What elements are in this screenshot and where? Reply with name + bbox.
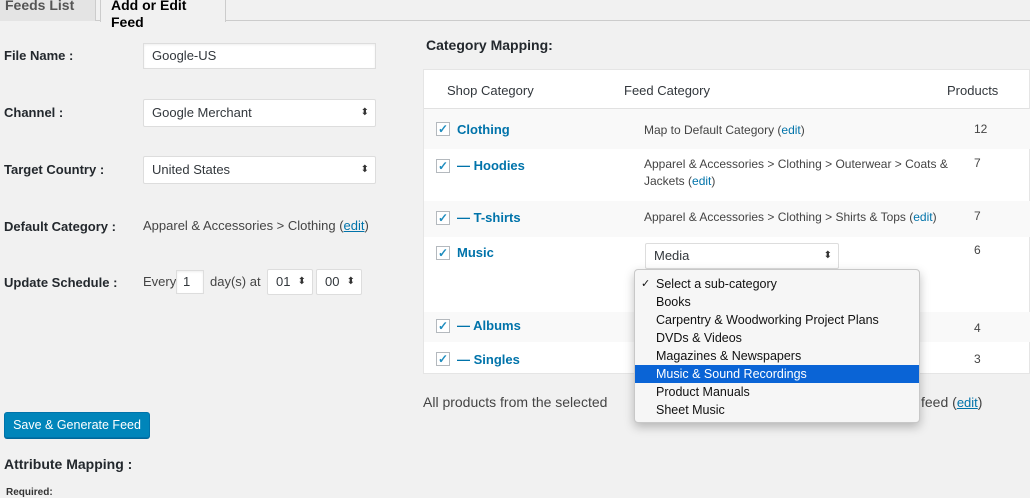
dropdown-option[interactable]: Magazines & Newspapers — [635, 347, 919, 365]
feed-category-tshirts: Apparel & Accessories > Clothing > Shirt… — [644, 209, 962, 226]
attribute-mapping-title: Attribute Mapping : — [4, 456, 133, 472]
checkmark-icon: ✓ — [641, 278, 651, 290]
dropdown-option[interactable]: DVDs & Videos — [635, 329, 919, 347]
table-row-hoodies: ✓ — Hoodies Apparel & Accessories > Clot… — [424, 149, 1030, 201]
dropdown-option[interactable]: ✓ Select a sub-category — [635, 275, 919, 293]
channel-label: Channel : — [4, 105, 64, 120]
category-link-music[interactable]: Music — [457, 245, 494, 260]
dropdown-option-highlighted[interactable]: Music & Sound Recordings — [635, 365, 919, 383]
schedule-hour-select[interactable]: 01 ⬍ — [267, 269, 313, 295]
header-products: Products — [947, 83, 999, 98]
header-feed-category: Feed Category — [624, 83, 710, 98]
products-note-right-text: feed ( — [921, 394, 957, 410]
schedule-days-input[interactable]: 1 — [176, 270, 204, 294]
products-note-edit-link[interactable]: edit — [957, 395, 978, 410]
file-name-label: File Name : — [4, 48, 74, 63]
feed-category-select-music[interactable]: Media ⬍ — [645, 243, 839, 269]
product-count: 6 — [974, 243, 981, 257]
default-category-label: Default Category : — [4, 219, 116, 234]
category-link-singles[interactable]: — Singles — [457, 352, 520, 367]
feed-category-suffix: ) — [711, 174, 716, 188]
dropdown-option-label: DVDs & Videos — [656, 331, 742, 345]
feed-category-edit-link[interactable]: edit — [913, 210, 932, 224]
dropdown-option[interactable]: Product Manuals — [635, 383, 919, 401]
dropdown-option[interactable]: Sheet Music — [635, 401, 919, 419]
product-count: 3 — [974, 352, 981, 366]
dropdown-option-label: Magazines & Newspapers — [656, 349, 802, 363]
channel-value: Google Merchant — [152, 105, 252, 120]
dropdown-option-label: Carpentry & Woodworking Project Plans — [656, 313, 879, 327]
product-count: 12 — [974, 122, 988, 136]
products-note-right: feed (edit) — [921, 394, 982, 410]
select-arrows-icon: ⬍ — [346, 276, 355, 287]
category-link-tshirts[interactable]: — T-shirts — [457, 210, 521, 225]
products-note-left: All products from the selected — [423, 394, 608, 410]
product-count: 4 — [974, 321, 981, 335]
update-schedule-label: Update Schedule : — [4, 275, 118, 290]
schedule-days-at-text: day(s) at — [210, 274, 261, 289]
header-shop-category: Shop Category — [447, 83, 534, 98]
default-category-value: Apparel & Accessories > Clothing (edit) — [143, 218, 369, 233]
subcategory-dropdown[interactable]: ✓ Select a sub-category Books Carpentry &… — [634, 269, 920, 423]
schedule-minute-value: 00 — [325, 274, 340, 289]
tab-add-edit-feed[interactable]: Add or Edit Feed — [100, 0, 226, 30]
feed-category-suffix: ) — [932, 210, 937, 224]
feed-category-edit-link[interactable]: edit — [692, 174, 711, 188]
dropdown-option-label: Music & Sound Recordings — [656, 367, 807, 381]
dropdown-option-label: Books — [656, 295, 691, 309]
category-link-clothing[interactable]: Clothing — [457, 122, 510, 137]
checkbox-clothing[interactable]: ✓ — [436, 122, 450, 136]
target-country-select[interactable]: United States ⬍ — [143, 156, 376, 184]
category-mapping-title: Category Mapping: — [426, 37, 553, 53]
schedule-hour-value: 01 — [276, 274, 291, 289]
select-arrows-icon: ⬍ — [360, 164, 369, 175]
default-category-edit-link[interactable]: edit — [344, 218, 365, 233]
category-link-hoodies[interactable]: — Hoodies — [457, 158, 525, 173]
checkbox-singles[interactable]: ✓ — [436, 352, 450, 366]
dropdown-option[interactable]: Books — [635, 293, 919, 311]
feed-category-hoodies: Apparel & Accessories > Clothing > Outer… — [644, 156, 962, 190]
target-country-value: United States — [152, 162, 231, 177]
category-link-albums[interactable]: — Albums — [457, 318, 521, 333]
tab-bar: Feeds List Add or Edit Feed — [0, 0, 1030, 30]
checkbox-albums[interactable]: ✓ — [436, 319, 450, 333]
tab-feeds-list[interactable]: Feeds List — [0, 0, 96, 21]
dropdown-option-label: Product Manuals — [656, 385, 750, 399]
tab-feeds-list-label: Feeds List — [5, 0, 75, 13]
required-label: Required: — [6, 487, 53, 498]
feed-category-clothing: Map to Default Category (edit) — [644, 122, 962, 139]
select-arrows-icon: ⬍ — [360, 107, 369, 118]
table-row-tshirts: ✓ — T-shirts Apparel & Accessories > Clo… — [424, 201, 1030, 237]
media-select-value: Media — [654, 248, 690, 263]
select-arrows-icon: ⬍ — [823, 250, 832, 261]
select-arrows-icon: ⬍ — [297, 276, 306, 287]
products-note-suffix: ) — [977, 394, 983, 410]
table-row-clothing: ✓ Clothing Map to Default Category (edit… — [424, 109, 1030, 149]
checkbox-hoodies[interactable]: ✓ — [436, 159, 450, 173]
product-count: 7 — [974, 156, 981, 170]
schedule-every-text: Every — [143, 274, 177, 289]
file-name-input[interactable]: Google-US — [143, 43, 376, 69]
feed-category-text: Map to Default Category ( — [644, 123, 782, 137]
feed-category-suffix: ) — [800, 123, 805, 137]
save-generate-feed-button[interactable]: Save & Generate Feed — [4, 412, 150, 438]
dropdown-option[interactable]: Carpentry & Woodworking Project Plans — [635, 311, 919, 329]
checkbox-music[interactable]: ✓ — [436, 246, 450, 260]
channel-select[interactable]: Google Merchant ⬍ — [143, 99, 376, 127]
feed-category-text: Apparel & Accessories > Clothing > Shirt… — [644, 210, 914, 224]
schedule-minute-select[interactable]: 00 ⬍ — [316, 269, 362, 295]
dropdown-option-label: Sheet Music — [656, 403, 725, 417]
default-category-text: Apparel & Accessories > Clothing — [143, 218, 336, 233]
product-count: 7 — [974, 209, 981, 223]
dropdown-option-label: Select a sub-category — [656, 277, 777, 291]
target-country-label: Target Country : — [4, 162, 105, 177]
tab-add-edit-feed-label: Add or Edit Feed — [111, 0, 187, 30]
feed-category-text: Apparel & Accessories > Clothing > Outer… — [644, 157, 948, 188]
checkbox-tshirts[interactable]: ✓ — [436, 211, 450, 225]
feed-category-edit-link[interactable]: edit — [781, 123, 800, 137]
